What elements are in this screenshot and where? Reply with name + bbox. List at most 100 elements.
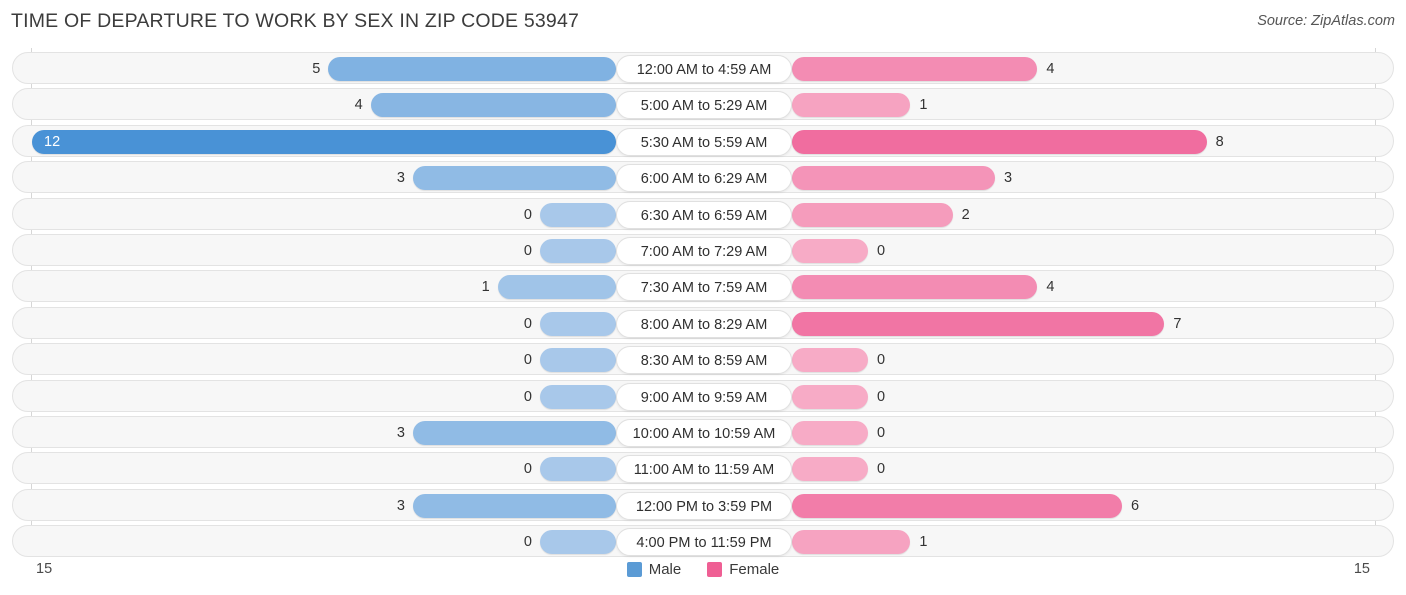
row-content: 0 1 4:00 PM to 11:59 PM xyxy=(13,526,1393,557)
row-content: 3 0 10:00 AM to 10:59 AM xyxy=(13,417,1393,447)
category-label: 7:30 AM to 7:59 AM xyxy=(616,273,792,302)
bar-male xyxy=(540,384,616,409)
category-label: 5:30 AM to 5:59 AM xyxy=(616,127,792,156)
bar-value-male: 0 xyxy=(523,206,532,223)
bar-male xyxy=(328,57,616,81)
bar-male xyxy=(540,239,616,263)
bar-female xyxy=(792,166,995,191)
bar-male xyxy=(540,202,616,227)
legend-label: Male xyxy=(648,561,682,578)
bar-value-male: 5 xyxy=(312,61,321,77)
table-row: 3 3 6:00 AM to 6:29 AM xyxy=(12,161,1394,194)
row-content: 3 6 12:00 PM to 3:59 PM xyxy=(13,490,1393,520)
category-label: 12:00 PM to 3:59 PM xyxy=(616,491,792,520)
bar-female xyxy=(792,421,868,445)
bar-male xyxy=(540,311,616,336)
bar-female xyxy=(792,275,1038,300)
category-label: 12:00 AM to 4:59 AM xyxy=(616,55,792,83)
bar-value-male: 3 xyxy=(396,425,405,441)
bar-value-female: 0 xyxy=(877,243,886,259)
bar-value-female: 6 xyxy=(1131,497,1140,514)
table-row: 4 1 5:00 AM to 5:29 AM xyxy=(12,88,1394,121)
bar-value-male: 3 xyxy=(396,497,405,514)
bar-value-male: 12 xyxy=(44,133,61,150)
row-content: 0 0 11:00 AM to 11:59 AM xyxy=(13,453,1393,484)
table-row: 0 0 11:00 AM to 11:59 AM xyxy=(12,452,1394,485)
bar-value-female: 7 xyxy=(1173,315,1182,332)
bar-value-male: 0 xyxy=(523,243,532,259)
bar-male xyxy=(32,129,616,154)
table-row: 0 0 7:00 AM to 7:29 AM xyxy=(12,234,1394,266)
bar-value-female: 4 xyxy=(1046,279,1055,296)
legend-label: Female xyxy=(729,561,780,578)
category-label: 4:00 PM to 11:59 PM xyxy=(616,528,792,557)
bar-value-female: 2 xyxy=(961,206,970,223)
legend-swatch-icon xyxy=(707,562,723,577)
table-row: 1 4 7:30 AM to 7:59 AM xyxy=(12,270,1394,303)
table-row: 0 0 8:30 AM to 8:59 AM xyxy=(12,343,1394,376)
bar-female xyxy=(792,384,868,409)
page-title: TIME OF DEPARTURE TO WORK BY SEX IN ZIP … xyxy=(11,10,580,32)
bar-male xyxy=(370,93,616,118)
bar-value-male: 3 xyxy=(396,170,405,187)
bar-value-female: 1 xyxy=(919,534,928,551)
bar-male xyxy=(413,421,616,445)
chart-header: TIME OF DEPARTURE TO WORK BY SEX IN ZIP … xyxy=(0,0,1406,46)
bar-male xyxy=(540,530,616,555)
category-label: 10:00 AM to 10:59 AM xyxy=(616,419,792,447)
bar-value-male: 0 xyxy=(523,388,532,405)
bar-value-male: 0 xyxy=(523,461,532,478)
category-label: 6:00 AM to 6:29 AM xyxy=(616,164,792,193)
bar-male xyxy=(540,457,616,482)
category-label: 5:00 AM to 5:29 AM xyxy=(616,91,792,120)
row-content: 12 8 5:30 AM to 5:59 AM xyxy=(13,126,1393,156)
bar-value-male: 0 xyxy=(523,315,532,332)
category-label: 8:00 AM to 8:29 AM xyxy=(616,309,792,338)
bar-male xyxy=(413,493,616,518)
bar-value-male: 4 xyxy=(354,97,363,114)
bar-value-female: 1 xyxy=(919,97,928,114)
bar-value-male: 1 xyxy=(481,279,490,296)
bar-female xyxy=(792,348,868,373)
row-content: 5 4 12:00 AM to 4:59 AM xyxy=(13,53,1393,83)
legend-item-male[interactable]: Male xyxy=(626,561,682,578)
bar-male xyxy=(413,166,616,191)
bar-value-female: 8 xyxy=(1215,133,1224,150)
legend-swatch-icon xyxy=(626,562,642,577)
category-label: 11:00 AM to 11:59 AM xyxy=(616,455,792,484)
table-row: 3 6 12:00 PM to 3:59 PM xyxy=(12,488,1394,521)
row-content: 0 0 8:30 AM to 8:59 AM xyxy=(13,344,1393,375)
chart-legend: Male Female xyxy=(0,561,1406,578)
table-row: 12 8 5:30 AM to 5:59 AM xyxy=(12,124,1394,157)
bar-female xyxy=(792,202,953,227)
row-content: 3 3 6:00 AM to 6:29 AM xyxy=(13,162,1393,193)
bar-female xyxy=(792,57,1038,81)
legend-item-female[interactable]: Female xyxy=(707,561,779,578)
row-content: 0 0 7:00 AM to 7:29 AM xyxy=(13,235,1393,265)
bar-value-female: 0 xyxy=(877,425,886,441)
table-row: 5 4 12:00 AM to 4:59 AM xyxy=(12,52,1394,84)
bar-female xyxy=(792,530,911,555)
category-label: 6:30 AM to 6:59 AM xyxy=(616,200,792,229)
bar-value-male: 0 xyxy=(523,352,532,369)
bar-value-female: 3 xyxy=(1004,170,1013,187)
bar-female xyxy=(792,493,1122,518)
category-label: 8:30 AM to 8:59 AM xyxy=(616,346,792,375)
chart-footer: 15 15 Male Female xyxy=(0,553,1406,595)
category-label: 7:00 AM to 7:29 AM xyxy=(616,237,792,265)
bar-value-female: 0 xyxy=(877,461,886,478)
bar-value-female: 0 xyxy=(877,352,886,369)
bar-female xyxy=(792,93,911,118)
bar-male xyxy=(540,348,616,373)
source-label: Source: ZipAtlas.com xyxy=(1257,13,1395,29)
table-row: 3 0 10:00 AM to 10:59 AM xyxy=(12,416,1394,448)
bar-female xyxy=(792,129,1207,154)
row-content: 0 7 8:00 AM to 8:29 AM xyxy=(13,308,1393,338)
row-content: 1 4 7:30 AM to 7:59 AM xyxy=(13,271,1393,302)
bar-female xyxy=(792,311,1165,336)
bar-female xyxy=(792,239,868,263)
row-content: 0 0 9:00 AM to 9:59 AM xyxy=(13,381,1393,411)
table-row: 0 7 8:00 AM to 8:29 AM xyxy=(12,306,1394,339)
table-row: 0 2 6:30 AM to 6:59 AM xyxy=(12,197,1394,230)
bar-female xyxy=(792,457,868,482)
